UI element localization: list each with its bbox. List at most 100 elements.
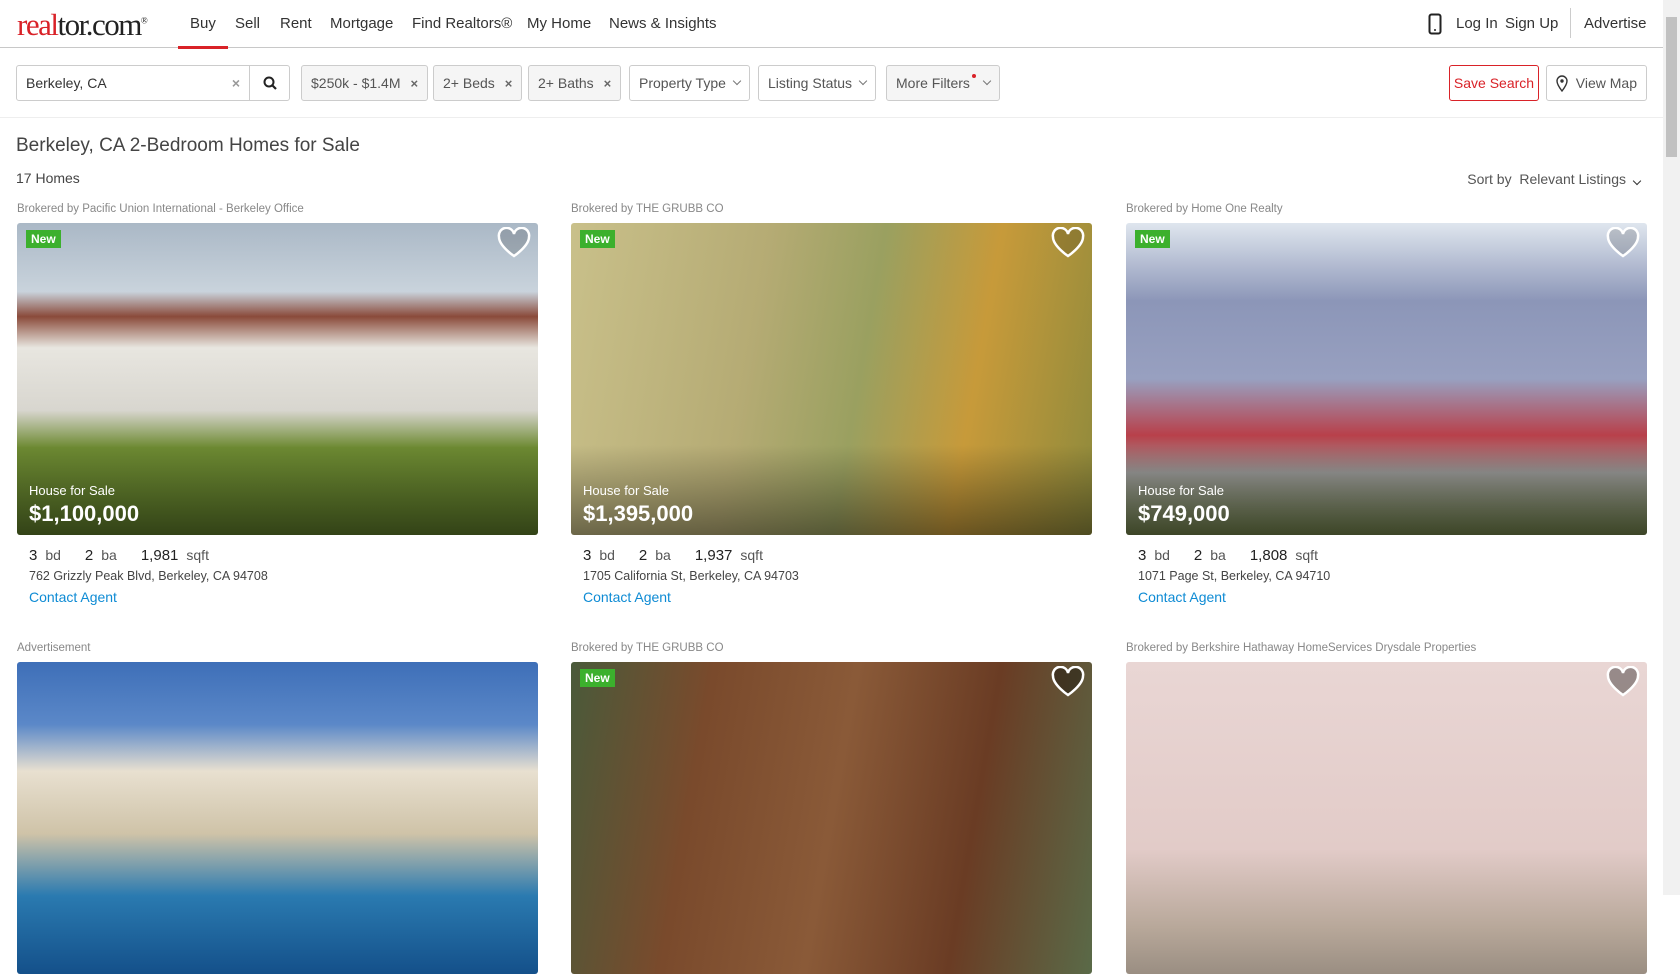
property-type-dropdown[interactable]: Property Type [629, 65, 750, 101]
beds-unit: bd [1154, 547, 1170, 563]
heart-favorite-icon[interactable] [1605, 666, 1641, 698]
advertisement-card[interactable]: Advertisement [17, 642, 538, 974]
search-button[interactable] [249, 65, 290, 101]
top-header: realtor.com® Buy Sell Rent Mortgage Find… [0, 0, 1663, 49]
heart-favorite-icon[interactable] [1605, 227, 1641, 259]
beds-unit: bd [599, 547, 615, 563]
divider [0, 117, 1663, 118]
listing-address[interactable]: 1071 Page St, Berkeley, CA 94710 [1138, 569, 1647, 583]
advertisement-label: Advertisement [17, 642, 91, 654]
beds-filter-chip[interactable]: 2+ Beds × [433, 65, 523, 101]
heart-favorite-icon[interactable] [1050, 666, 1086, 698]
map-pin-icon [1556, 74, 1568, 92]
login-link[interactable]: Log In [1456, 15, 1498, 32]
location-search-input[interactable]: Berkeley, CA × [16, 65, 250, 101]
sqft-unit: sqft [740, 547, 763, 563]
sqft-unit: sqft [1295, 547, 1318, 563]
mobile-phone-icon[interactable] [1428, 13, 1442, 35]
broker-name: Brokered by THE GRUBB CO [571, 642, 724, 654]
search-value[interactable]: Berkeley, CA [26, 75, 232, 91]
contact-agent-link[interactable]: Contact Agent [583, 589, 1092, 605]
listing-card[interactable]: Brokered by Home One Realty New House fo… [1126, 203, 1647, 605]
more-filters-dropdown[interactable]: More Filters [886, 65, 1000, 101]
sort-label: Sort by [1467, 171, 1512, 187]
clear-search-icon[interactable]: × [232, 75, 240, 91]
result-count: 17 Homes [16, 170, 80, 186]
nav-my-home[interactable]: My Home [527, 15, 591, 32]
nav-sell[interactable]: Sell [235, 15, 260, 32]
listing-stats: 3 bd 2 ba 1,981 sqft [29, 547, 538, 564]
listing-status-label: Listing Status [768, 75, 853, 91]
baths-unit: ba [101, 547, 117, 563]
listing-card[interactable]: Brokered by Pacific Union International … [17, 203, 538, 605]
remove-price-icon[interactable]: × [411, 76, 419, 91]
price-filter-label: $250k - $1.4M [311, 75, 401, 91]
advertise-link[interactable]: Advertise [1584, 15, 1647, 32]
nav-mortgage[interactable]: Mortgage [330, 15, 393, 32]
listing-type: House for Sale [1138, 483, 1224, 498]
save-search-label: Save Search [1453, 75, 1535, 91]
beds-unit: bd [45, 547, 61, 563]
nav-find-realtors[interactable]: Find Realtors® [412, 15, 512, 32]
view-map-button[interactable]: View Map [1546, 65, 1647, 101]
sort-dropdown[interactable]: Sort by Relevant Listings [1467, 171, 1642, 187]
listing-stats: 3 bd 2 ba 1,937 sqft [583, 547, 1092, 564]
divider [1570, 8, 1571, 38]
listing-photo[interactable]: New [571, 662, 1092, 974]
listing-card[interactable]: Brokered by THE GRUBB CO New [571, 642, 1092, 974]
signup-link[interactable]: Sign Up [1505, 15, 1558, 32]
chevron-down-icon [732, 76, 742, 86]
remove-baths-icon[interactable]: × [604, 76, 612, 91]
listing-address[interactable]: 762 Grizzly Peak Blvd, Berkeley, CA 9470… [29, 569, 538, 583]
chevron-down-icon [1632, 176, 1642, 186]
baths-value: 2 [84, 547, 94, 564]
beds-filter-label: 2+ Beds [443, 75, 495, 91]
chevron-down-icon [982, 76, 992, 86]
broker-name: Brokered by Berkshire Hathaway HomeServi… [1126, 642, 1477, 654]
new-badge: New [580, 230, 615, 248]
listing-status-dropdown[interactable]: Listing Status [758, 65, 877, 101]
broker-name: Brokered by Home One Realty [1126, 203, 1283, 215]
sqft-value: 1,808 [1249, 547, 1288, 564]
sqft-value: 1,981 [140, 547, 179, 564]
listing-price: $1,395,000 [583, 501, 694, 526]
ad-photo[interactable] [17, 662, 538, 974]
beds-value: 3 [1138, 547, 1147, 564]
contact-agent-link[interactable]: Contact Agent [1138, 589, 1647, 605]
listing-address[interactable]: 1705 California St, Berkeley, CA 94703 [583, 569, 1092, 583]
nav-rent[interactable]: Rent [280, 15, 312, 32]
listing-stats: 3 bd 2 ba 1,808 sqft [1138, 547, 1647, 564]
broker-name: Brokered by Pacific Union International … [17, 203, 304, 215]
listing-card[interactable]: Brokered by Berkshire Hathaway HomeServi… [1126, 642, 1647, 974]
baths-unit: ba [1210, 547, 1226, 563]
active-filter-dot-icon [971, 74, 976, 78]
baths-unit: ba [655, 547, 671, 563]
nav-news-insights[interactable]: News & Insights [609, 15, 717, 32]
heart-favorite-icon[interactable] [496, 227, 532, 259]
baths-filter-chip[interactable]: 2+ Baths × [528, 65, 622, 101]
baths-value: 2 [1193, 547, 1203, 564]
price-filter-chip[interactable]: $250k - $1.4M × [301, 65, 429, 101]
nav-buy[interactable]: Buy [178, 15, 228, 49]
vertical-scrollbar[interactable] [1663, 0, 1680, 895]
contact-agent-link[interactable]: Contact Agent [29, 589, 538, 605]
beds-value: 3 [583, 547, 592, 564]
listing-card[interactable]: Brokered by THE GRUBB CO New House for S… [571, 203, 1092, 605]
listing-photo[interactable]: New House for Sale $749,000 [1126, 223, 1647, 535]
baths-value: 2 [638, 547, 648, 564]
baths-filter-label: 2+ Baths [538, 75, 594, 91]
listing-photo[interactable] [1126, 662, 1647, 974]
new-badge: New [580, 669, 615, 687]
heart-favorite-icon[interactable] [1050, 227, 1086, 259]
listing-type: House for Sale [29, 483, 115, 498]
sqft-value: 1,937 [694, 547, 733, 564]
listing-photo[interactable]: New House for Sale $1,100,000 [17, 223, 538, 535]
new-badge: New [1135, 230, 1170, 248]
remove-beds-icon[interactable]: × [505, 76, 513, 91]
page-title: Berkeley, CA 2-Bedroom Homes for Sale [16, 135, 360, 156]
scrollbar-thumb[interactable] [1666, 17, 1677, 157]
realtor-logo[interactable]: realtor.com® [17, 7, 148, 43]
save-search-button[interactable]: Save Search [1449, 65, 1539, 101]
new-badge: New [26, 230, 61, 248]
listing-photo[interactable]: New House for Sale $1,395,000 [571, 223, 1092, 535]
